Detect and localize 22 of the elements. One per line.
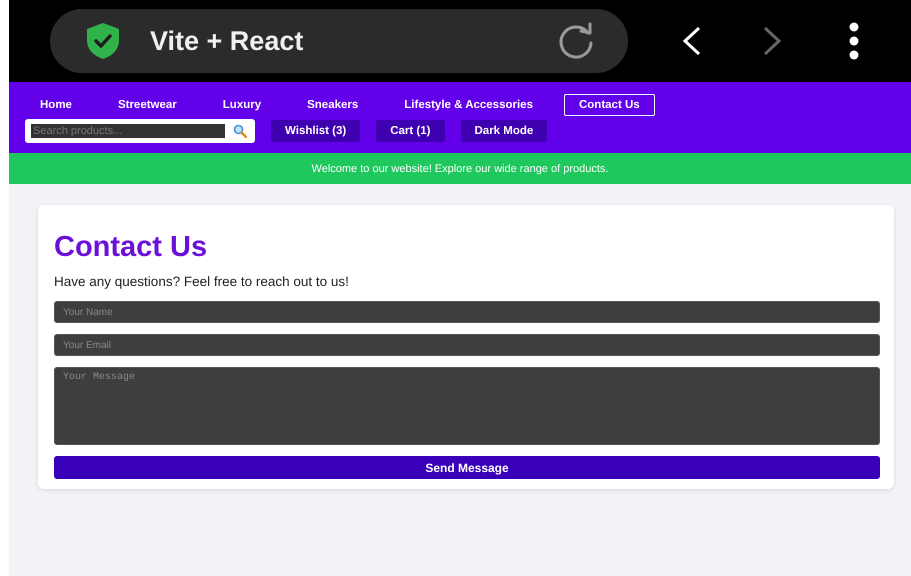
- nav-link[interactable]: Sneakers: [292, 94, 374, 116]
- search-box[interactable]: Search products...: [25, 119, 255, 143]
- message-field[interactable]: Your Message: [54, 367, 880, 445]
- menu-icon[interactable]: [848, 21, 860, 61]
- nav-link[interactable]: Lifestyle & Accessories: [389, 94, 548, 116]
- intro-text: Have any questions? Feel free to reach out to us!: [54, 274, 350, 289]
- send-button[interactable]: Send Message: [54, 456, 880, 479]
- nav-button[interactable]: Cart (1): [376, 120, 444, 142]
- nav-button[interactable]: Dark Mode: [460, 120, 548, 142]
- banner-text: Welcome to our website! Explore our wide range of products.: [312, 162, 608, 174]
- search-icon[interactable]: [233, 124, 247, 138]
- page-title: Vite + React: [150, 26, 304, 56]
- nav-link[interactable]: Home: [25, 94, 87, 116]
- nav-button[interactable]: Wishlist (3): [271, 120, 360, 142]
- search-field[interactable]: Search products...: [31, 124, 225, 138]
- nav-link[interactable]: Streetwear: [102, 94, 192, 116]
- nav-link[interactable]: Contact Us: [564, 94, 655, 116]
- text-field[interactable]: Your Email: [54, 334, 880, 356]
- text-field[interactable]: Your Name: [54, 301, 880, 323]
- nav-link[interactable]: Luxury: [208, 94, 276, 116]
- address-bar[interactable]: Vite + React: [50, 9, 628, 73]
- contact-heading: Contact Us: [54, 231, 208, 264]
